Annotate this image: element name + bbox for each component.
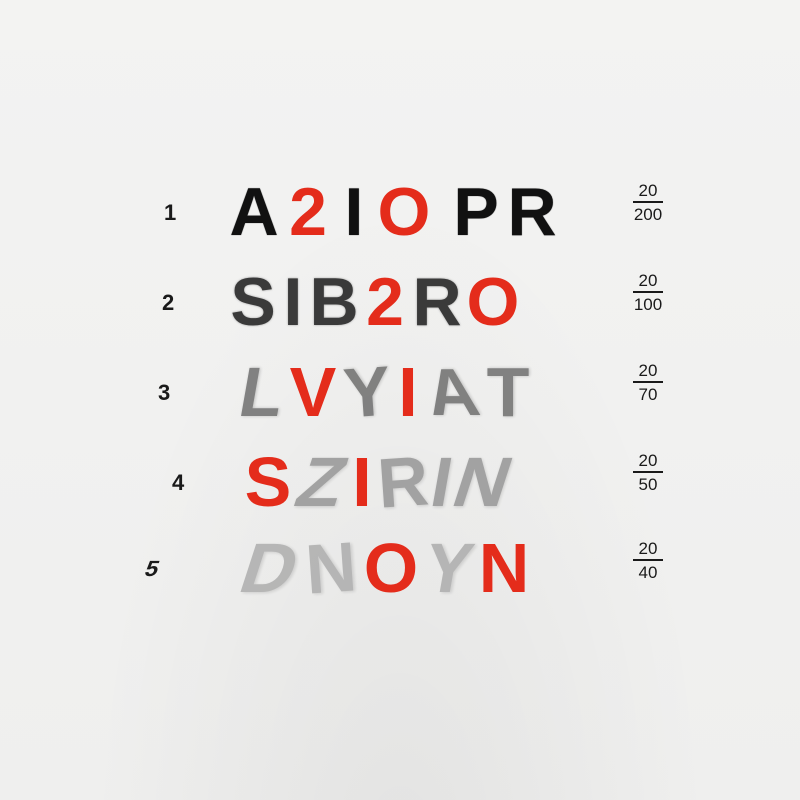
acuity-fraction: 20 200 <box>624 182 672 223</box>
chart-letter: B <box>309 264 359 340</box>
acuity-numerator: 20 <box>638 361 658 380</box>
row-number: 3 <box>158 380 171 405</box>
chart-row-4: 4 S Z I R I N 20 50 <box>0 441 800 523</box>
acuity-denominator: 40 <box>638 562 658 582</box>
chart-letter: T <box>486 353 530 431</box>
chart-letter: 2 <box>289 174 327 250</box>
chart-letter: O <box>377 174 431 250</box>
row-number: 2 <box>162 290 175 315</box>
row-number: 4 <box>172 470 185 495</box>
chart-letter: I <box>283 264 303 340</box>
chart-letter: Y <box>418 529 480 607</box>
chart-row-2: 2 S I B 2 R O 20 100 <box>0 262 800 342</box>
chart-letter: R <box>412 264 462 340</box>
row-letters: S Z I R I N <box>240 441 523 523</box>
acuity-numerator: 20 <box>638 451 658 470</box>
chart-letter: R <box>375 441 431 523</box>
row-letters: L V Y I A T <box>234 351 534 433</box>
row-number: 1 <box>164 200 177 225</box>
acuity-numerator: 20 <box>638 181 658 200</box>
acuity-numerator: 20 <box>638 271 658 290</box>
chart-letter: P <box>453 174 499 250</box>
chart-row-5: 5 D N O Y N 20 40 <box>0 527 800 609</box>
chart-letter: I <box>344 174 364 250</box>
chart-letter: Y <box>340 351 394 433</box>
chart-letter: N <box>303 527 359 609</box>
acuity-denominator: 100 <box>633 294 663 314</box>
chart-letter: V <box>289 353 337 431</box>
row-letters: A 2 I O P R <box>226 172 560 252</box>
chart-letter: N <box>478 529 530 607</box>
chart-letter: A <box>229 174 279 250</box>
acuity-denominator: 200 <box>633 204 663 224</box>
acuity-denominator: 70 <box>638 384 658 404</box>
acuity-fraction: 20 100 <box>624 272 672 313</box>
chart-letter: R <box>507 174 557 250</box>
eye-chart: 1 A 2 I O P R 20 200 2 S I B 2 R O 20 10… <box>0 0 800 800</box>
acuity-denominator: 50 <box>638 474 658 494</box>
chart-letter: 2 <box>366 264 404 340</box>
acuity-fraction: 20 40 <box>624 540 672 581</box>
chart-row-1: 1 A 2 I O P R 20 200 <box>0 172 800 252</box>
chart-letter: O <box>363 529 419 607</box>
chart-row-3: 3 L V Y I A T 20 70 <box>0 351 800 433</box>
row-letters: D N O Y N <box>231 527 532 609</box>
acuity-fraction: 20 50 <box>624 452 672 493</box>
acuity-numerator: 20 <box>638 539 658 558</box>
row-number: 5 <box>141 556 163 581</box>
chart-letter: S <box>230 264 276 340</box>
chart-letter: O <box>466 264 520 340</box>
chart-letter: L <box>233 353 291 431</box>
chart-letter: A <box>418 354 486 430</box>
row-letters: S I B 2 R O <box>228 262 522 342</box>
acuity-fraction: 20 70 <box>624 362 672 403</box>
